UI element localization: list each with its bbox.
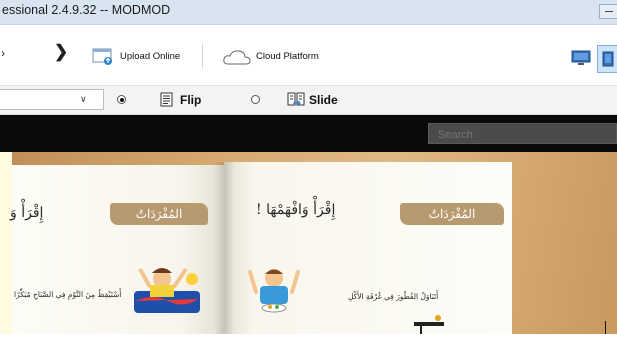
right-page-heading: إِقْرَأْ وَافْهَمْهَا !	[256, 202, 336, 218]
toolbar-prev-fragment[interactable]: ›	[1, 46, 5, 60]
cloud-platform-label: Cloud Platform	[256, 51, 319, 62]
upload-online-button[interactable]: Upload Online	[92, 47, 187, 67]
window-title: essional 2.4.9.32 -- MODMOD	[2, 3, 171, 17]
chevron-right-icon[interactable]: ❯	[54, 42, 68, 62]
flip-icon	[160, 92, 174, 107]
slide-radio[interactable]	[251, 95, 260, 104]
slide-label: Slide	[309, 93, 338, 107]
cloud-icon	[222, 49, 252, 66]
tablet-icon	[602, 51, 614, 67]
view-mode-bar: ∨ Flip Slide	[0, 86, 617, 115]
flip-label: Flip	[180, 93, 202, 107]
cloud-platform-button[interactable]: Cloud Platform	[222, 47, 322, 67]
boy-eating-illustration	[244, 262, 304, 316]
toolbar-divider	[202, 43, 203, 69]
flip-radio[interactable]	[117, 95, 126, 104]
search-input[interactable]	[428, 123, 617, 144]
template-select[interactable]: ∨	[0, 89, 104, 110]
upload-icon	[92, 48, 114, 66]
minimize-button[interactable]	[599, 4, 617, 19]
toolbar: › ❯ Upload Online Cloud Platform	[0, 25, 617, 86]
left-page-banner: المُفْرَدَاتُ	[110, 203, 208, 225]
book-page-right[interactable]: إِقْرَأْ وَافْهَمْهَا ! المُفْرَدَاتُ أَ…	[224, 162, 512, 334]
device-view-button[interactable]	[597, 45, 617, 73]
cursor-marker	[605, 321, 606, 334]
left-panel-edge	[0, 152, 12, 334]
left-page-caption: أَسْتَيْقِظُ مِنَ النَّوْمِ فِي الصَّبَا…	[14, 290, 122, 299]
chevron-down-icon: ∨	[80, 94, 87, 104]
left-page-heading: إِقْرَأْ وَ	[10, 205, 44, 221]
book-spine-shadow	[214, 162, 234, 334]
table-illustration-fragment	[414, 314, 444, 334]
monitor-icon[interactable]	[571, 50, 591, 66]
right-page-caption: أَتَنَاوَلُ الفُطُورَ فِي غُرْفَةِ الأَك…	[348, 292, 439, 301]
book-page-left[interactable]: إِقْرَأْ وَ المُفْرَدَاتُ أَسْتَيْقِظُ م…	[10, 165, 224, 334]
title-bar: essional 2.4.9.32 -- MODMOD	[0, 0, 617, 25]
right-page-banner: المُفْرَدَاتُ	[400, 203, 504, 225]
boy-waking-illustration	[132, 261, 202, 317]
upload-online-label: Upload Online	[120, 51, 181, 62]
slide-icon	[287, 92, 305, 107]
